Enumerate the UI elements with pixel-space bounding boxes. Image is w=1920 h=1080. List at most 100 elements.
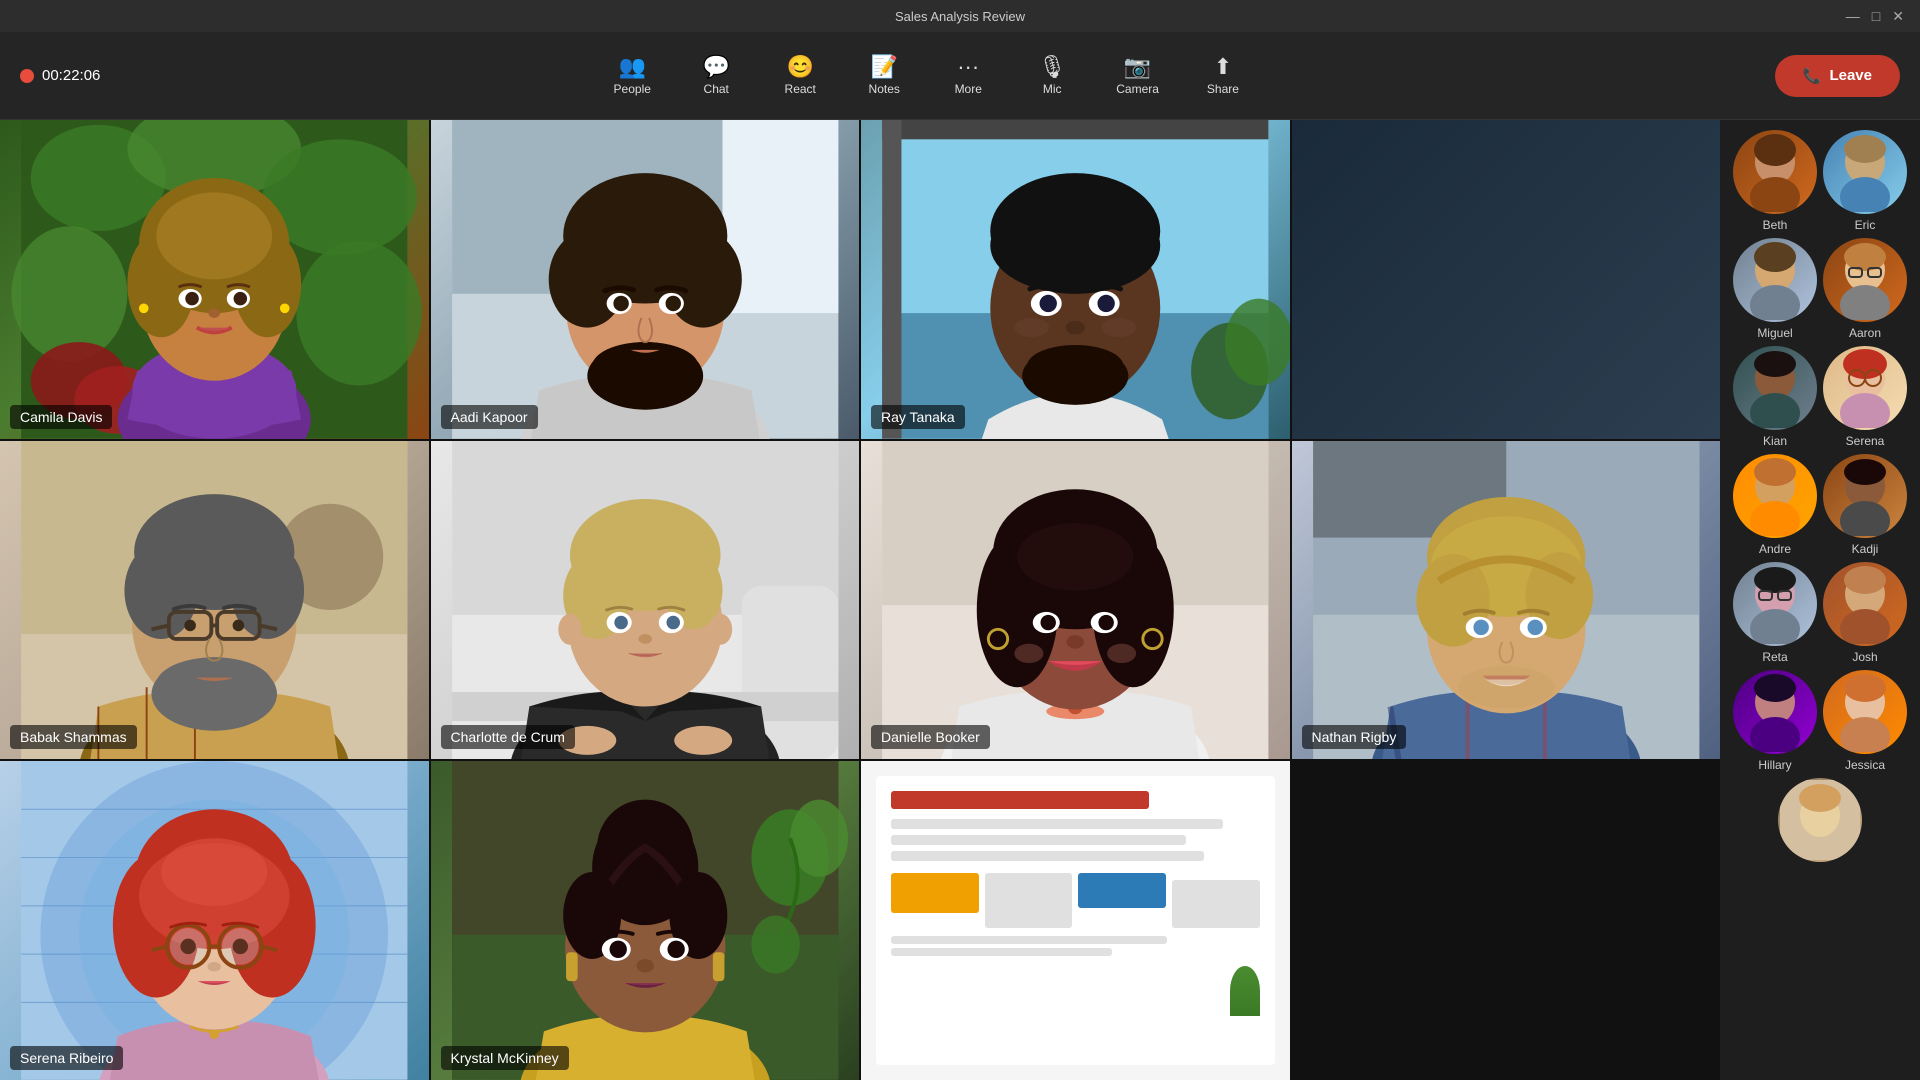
minimize-button[interactable]: — bbox=[1846, 8, 1860, 25]
camera-button[interactable]: 📷 Camera bbox=[1096, 48, 1179, 104]
name-serena-sidebar: Serena bbox=[1846, 434, 1885, 448]
sidebar-participant-josh[interactable]: Josh bbox=[1823, 562, 1907, 664]
sidebar-participant-serena[interactable]: Serena bbox=[1823, 346, 1907, 448]
serena-avatar bbox=[0, 761, 429, 1080]
name-andre: Andre bbox=[1759, 542, 1791, 556]
notes-button[interactable]: 📝 Notes bbox=[844, 48, 924, 104]
name-tag-danielle: Danielle Booker bbox=[871, 725, 990, 749]
sidebar-participant-kadji[interactable]: Kadji bbox=[1823, 454, 1907, 556]
name-reta: Reta bbox=[1762, 650, 1787, 664]
sidebar-row-2: Miguel Aaron bbox=[1730, 238, 1910, 340]
avatar-reta bbox=[1733, 562, 1817, 646]
notes-label: Notes bbox=[869, 82, 900, 96]
name-tag-serena-ribeiro: Serena Ribeiro bbox=[10, 1046, 123, 1070]
nathan-avatar bbox=[1292, 441, 1721, 760]
aadi-avatar bbox=[431, 120, 860, 439]
danielle-avatar bbox=[861, 441, 1290, 760]
share-icon: ⬆ bbox=[1214, 56, 1232, 78]
name-josh: Josh bbox=[1852, 650, 1877, 664]
chat-button[interactable]: 💬 Chat bbox=[676, 48, 756, 104]
window-controls: — □ ✕ bbox=[1846, 8, 1904, 25]
name-kian: Kian bbox=[1763, 434, 1787, 448]
camera-icon: 📷 bbox=[1124, 56, 1151, 78]
name-tag-camila: Camila Davis bbox=[10, 405, 112, 429]
react-button[interactable]: 😊 React bbox=[760, 48, 840, 104]
name-tag-ray: Ray Tanaka bbox=[871, 405, 965, 429]
sidebar-participants: Beth Eric bbox=[1720, 120, 1920, 1080]
sidebar-row-6: Hillary Jessica bbox=[1730, 670, 1910, 772]
sidebar-participant-eric[interactable]: Eric bbox=[1823, 130, 1907, 232]
avatar-eric bbox=[1823, 130, 1907, 214]
video-cell-fourth[interactable] bbox=[1292, 120, 1721, 439]
video-cell-ray[interactable]: Ray Tanaka bbox=[861, 120, 1290, 439]
name-kadji: Kadji bbox=[1852, 542, 1879, 556]
react-icon: 😊 bbox=[787, 56, 814, 78]
sidebar-participant-extra[interactable] bbox=[1778, 778, 1862, 862]
sidebar-participant-beth[interactable]: Beth bbox=[1733, 130, 1817, 232]
ray-avatar bbox=[861, 120, 1290, 439]
babak-avatar bbox=[0, 441, 429, 760]
avatar-josh bbox=[1823, 562, 1907, 646]
video-cell-nathan[interactable]: Nathan Rigby bbox=[1292, 441, 1721, 760]
name-eric: Eric bbox=[1855, 218, 1876, 232]
sidebar-participant-kian[interactable]: Kian bbox=[1733, 346, 1817, 448]
krystal-avatar bbox=[431, 761, 860, 1080]
video-cell-aadi[interactable]: Aadi Kapoor bbox=[431, 120, 860, 439]
video-cell-babak[interactable]: Babak Shammas bbox=[0, 441, 429, 760]
video-cell-serena[interactable]: Serena Ribeiro bbox=[0, 761, 429, 1080]
people-label: People bbox=[614, 82, 651, 96]
sidebar-row-1: Beth Eric bbox=[1730, 130, 1910, 232]
sidebar-participant-aaron[interactable]: Aaron bbox=[1823, 238, 1907, 340]
video-grid: Camila Davis bbox=[0, 120, 1720, 1080]
leave-phone-icon: 📞 bbox=[1803, 67, 1822, 85]
name-tag-babak: Babak Shammas bbox=[10, 725, 137, 749]
maximize-button[interactable]: □ bbox=[1872, 8, 1880, 25]
mic-label: Mic bbox=[1043, 82, 1062, 96]
name-tag-krystal: Krystal McKinney bbox=[441, 1046, 569, 1070]
sidebar-participant-jessica[interactable]: Jessica bbox=[1823, 670, 1907, 772]
leave-button[interactable]: 📞 Leave bbox=[1775, 55, 1900, 97]
avatar-kian bbox=[1733, 346, 1817, 430]
avatar-aaron bbox=[1823, 238, 1907, 322]
avatar-serena-sidebar bbox=[1823, 346, 1907, 430]
toolbar-actions: 👥 People 💬 Chat 😊 React 📝 Notes ··· More… bbox=[592, 48, 1263, 104]
sidebar-row-extra bbox=[1730, 778, 1910, 862]
title-bar: Sales Analysis Review — □ ✕ bbox=[0, 0, 1920, 32]
video-cell-danielle[interactable]: Danielle Booker bbox=[861, 441, 1290, 760]
share-label: Share bbox=[1207, 82, 1239, 96]
sidebar-participant-hillary[interactable]: Hillary bbox=[1733, 670, 1817, 772]
share-button[interactable]: ⬆ Share bbox=[1183, 48, 1263, 104]
charlotte-avatar bbox=[431, 441, 860, 760]
name-aaron: Aaron bbox=[1849, 326, 1881, 340]
sidebar-row-5: Reta Josh bbox=[1730, 562, 1910, 664]
name-hillary: Hillary bbox=[1758, 758, 1791, 772]
sidebar-participant-miguel[interactable]: Miguel bbox=[1733, 238, 1817, 340]
people-button[interactable]: 👥 People bbox=[592, 48, 672, 104]
video-cell-camila[interactable]: Camila Davis bbox=[0, 120, 429, 439]
video-cell-screen-share[interactable] bbox=[861, 761, 1290, 1080]
chat-icon: 💬 bbox=[703, 56, 730, 78]
video-cell-charlotte[interactable]: Charlotte de Crum bbox=[431, 441, 860, 760]
camila-avatar bbox=[0, 120, 429, 439]
chat-label: Chat bbox=[704, 82, 729, 96]
leave-label: Leave bbox=[1829, 67, 1872, 84]
close-button[interactable]: ✕ bbox=[1892, 8, 1904, 25]
name-tag-charlotte: Charlotte de Crum bbox=[441, 725, 575, 749]
sidebar-participant-andre[interactable]: Andre bbox=[1733, 454, 1817, 556]
sidebar-row-4: Andre Kadji bbox=[1730, 454, 1910, 556]
more-button[interactable]: ··· More bbox=[928, 48, 1008, 104]
react-label: React bbox=[785, 82, 816, 96]
video-cell-krystal[interactable]: Krystal McKinney bbox=[431, 761, 860, 1080]
avatar-kadji bbox=[1823, 454, 1907, 538]
avatar-jessica bbox=[1823, 670, 1907, 754]
more-label: More bbox=[955, 82, 982, 96]
name-beth: Beth bbox=[1763, 218, 1788, 232]
recording-badge: 00:22:06 bbox=[20, 67, 100, 84]
avatar-miguel bbox=[1733, 238, 1817, 322]
screen-share-content bbox=[861, 761, 1290, 1080]
mic-button[interactable]: 🎙 Mic bbox=[1012, 48, 1092, 104]
window-title: Sales Analysis Review bbox=[895, 9, 1025, 24]
avatar-extra bbox=[1778, 778, 1862, 862]
recording-indicator bbox=[20, 69, 34, 83]
sidebar-participant-reta[interactable]: Reta bbox=[1733, 562, 1817, 664]
